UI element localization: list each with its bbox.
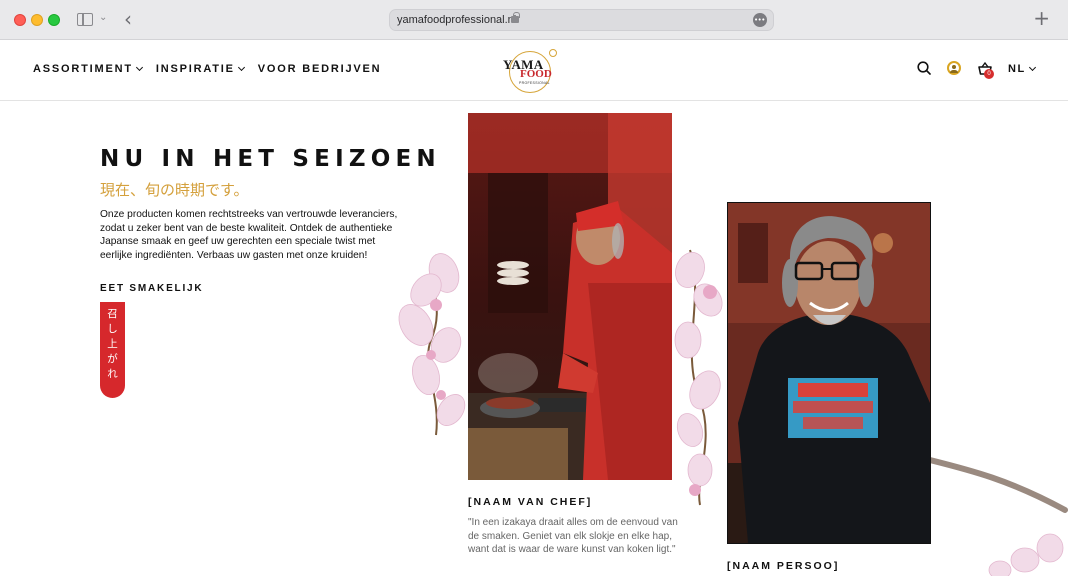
close-window-button[interactable] bbox=[14, 14, 26, 26]
more-icon[interactable] bbox=[753, 13, 767, 27]
chef-name: [NAAM VAN CHEF] bbox=[468, 496, 593, 508]
cart-count-badge: 0 bbox=[984, 69, 994, 79]
user-icon[interactable] bbox=[947, 61, 961, 75]
main-nav: ASSORTIMENT INSPIRATIE VOOR BEDRIJVEN bbox=[33, 63, 381, 75]
chef-photo bbox=[468, 113, 672, 480]
search-icon[interactable] bbox=[917, 61, 931, 75]
nav-label: INSPIRATIE bbox=[155, 63, 235, 75]
person-photo bbox=[727, 202, 931, 544]
logo-text-food: FOOD bbox=[520, 68, 552, 80]
nav-item-voor-bedrijven[interactable]: VOOR BEDRIJVEN bbox=[258, 63, 382, 75]
japanese-vertical-text: 召し上がれ bbox=[107, 308, 118, 380]
nav-item-inspiratie[interactable]: INSPIRATIE bbox=[155, 63, 245, 75]
nav-label: VOOR BEDRIJVEN bbox=[257, 63, 382, 75]
language-selector[interactable]: NL bbox=[1008, 63, 1036, 75]
eet-smakelijk-label: EET SMAKELIJK bbox=[100, 283, 204, 294]
chevron-down-icon bbox=[135, 63, 143, 72]
japanese-vertical-tag: 召し上がれ bbox=[100, 302, 125, 398]
url-text: yamafoodprofessional.nl bbox=[397, 14, 517, 26]
site-logo[interactable]: YAMA FOOD PROFESSIONAL bbox=[503, 47, 559, 95]
chevron-down-icon bbox=[237, 63, 245, 72]
browser-toolbar: ⌄ ‹ yamafoodprofessional.nl + bbox=[0, 0, 1068, 40]
address-bar[interactable]: yamafoodprofessional.nl bbox=[389, 9, 774, 31]
logo-badge-icon bbox=[549, 49, 557, 57]
lock-icon bbox=[511, 12, 520, 23]
minimize-window-button[interactable] bbox=[31, 14, 43, 26]
cherry-blossom-branch-decoration bbox=[930, 457, 1068, 576]
nav-label: ASSORTIMENT bbox=[33, 63, 133, 75]
back-icon[interactable]: ‹ bbox=[124, 8, 132, 30]
zoom-window-button[interactable] bbox=[48, 14, 60, 26]
person-name: [NAAM PERSOO] bbox=[727, 560, 840, 572]
sidebar-icon[interactable] bbox=[77, 13, 93, 26]
chevron-down-icon[interactable]: ⌄ bbox=[99, 12, 107, 23]
site-header: ASSORTIMENT INSPIRATIE VOOR BEDRIJVEN YA… bbox=[0, 41, 1068, 101]
intro-paragraph: Onze producten komen rechtstreeks van ve… bbox=[100, 209, 398, 261]
nav-item-assortiment[interactable]: ASSORTIMENT bbox=[33, 63, 143, 75]
chef-quote: "In een izakaya draait alles om de eenvo… bbox=[468, 517, 678, 555]
logo-text-professional: PROFESSIONAL bbox=[519, 81, 550, 85]
cherry-blossom-decoration bbox=[398, 253, 466, 436]
plus-icon[interactable]: + bbox=[1033, 7, 1050, 29]
japanese-subtitle: 現在、旬の時期です。 bbox=[100, 181, 249, 199]
cherry-blossom-decoration bbox=[674, 249, 723, 506]
page-title: NU IN HET SEIZOEN bbox=[100, 146, 441, 172]
chevron-down-icon bbox=[1028, 63, 1036, 72]
language-label: NL bbox=[1008, 63, 1026, 75]
